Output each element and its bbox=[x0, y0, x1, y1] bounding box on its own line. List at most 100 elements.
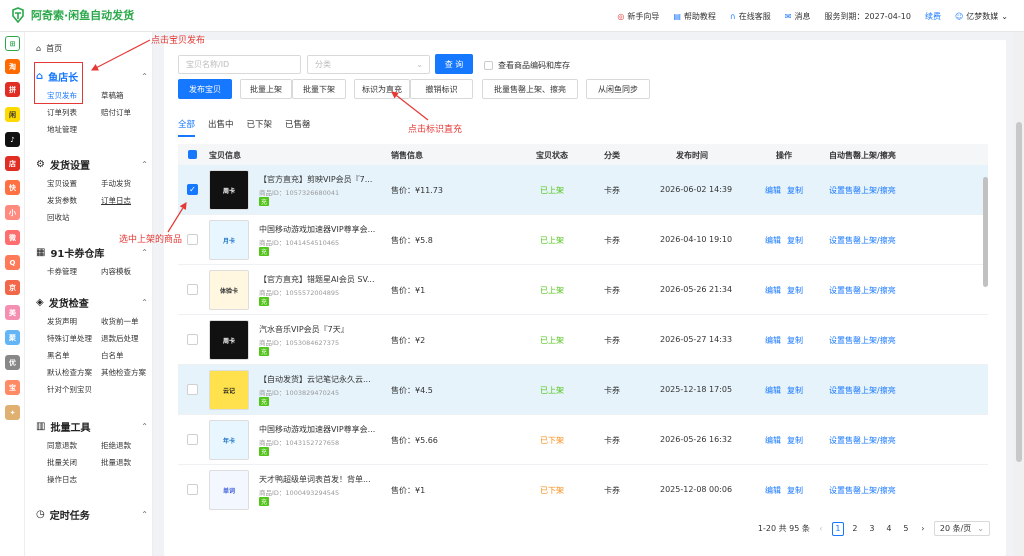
pager-page-3[interactable]: 3 bbox=[866, 522, 878, 536]
edit-link[interactable]: 编辑 bbox=[765, 235, 781, 246]
auto-relist-link[interactable]: 设置售罄上架/擦亮 bbox=[829, 335, 896, 346]
product-name[interactable]: 中国移动游戏加速器VIP尊享会... bbox=[259, 224, 375, 235]
rail-qq-icon[interactable]: Q bbox=[5, 255, 20, 270]
copy-link[interactable]: 复制 bbox=[787, 435, 803, 446]
sidebar-item-after-refund[interactable]: 退款后处理 bbox=[101, 333, 155, 344]
copy-link[interactable]: 复制 bbox=[787, 485, 803, 496]
edit-link[interactable]: 编辑 bbox=[765, 435, 781, 446]
name-search-input[interactable]: 宝贝名称/ID bbox=[178, 55, 301, 74]
edit-link[interactable]: 编辑 bbox=[765, 335, 781, 346]
copy-link[interactable]: 复制 bbox=[787, 185, 803, 196]
rail-mini-icon[interactable]: 小 bbox=[5, 205, 20, 220]
copy-link[interactable]: 复制 bbox=[787, 335, 803, 346]
edit-link[interactable]: 编辑 bbox=[765, 185, 781, 196]
product-thumbnail[interactable]: 云记 bbox=[209, 370, 249, 410]
sidebar-item-ship-params[interactable]: 发货参数 bbox=[47, 195, 101, 206]
app-logo[interactable]: 阿奇索·闲鱼自动发货 bbox=[10, 7, 134, 23]
sidebar-item-orders[interactable]: 订单列表 bbox=[47, 107, 101, 118]
auto-relist-link[interactable]: 设置售罄上架/擦亮 bbox=[829, 185, 896, 196]
tab-all[interactable]: 全部 bbox=[178, 116, 196, 137]
sidebar-item-blacklist[interactable]: 黑名单 bbox=[47, 350, 101, 361]
product-thumbnail[interactable]: 单词 bbox=[209, 470, 249, 510]
section-batch-header[interactable]: ▥ 批量工具 ⌃ bbox=[36, 418, 148, 434]
page-scrollbar[interactable] bbox=[1014, 32, 1024, 556]
edit-link[interactable]: 编辑 bbox=[765, 285, 781, 296]
rail-wechat-icon[interactable]: 微 bbox=[5, 230, 20, 245]
sidebar-item-before-receipt[interactable]: 收货前一单 bbox=[101, 316, 155, 327]
pager-page-2[interactable]: 2 bbox=[849, 522, 861, 536]
unmark-button[interactable]: 撤销标识 bbox=[410, 79, 473, 99]
sidebar-item-specific-item[interactable]: 针对个别宝贝 bbox=[47, 384, 101, 395]
product-name[interactable]: 天才鸭超级单词表首发！背单... bbox=[259, 474, 371, 485]
sidebar-item-batch-close[interactable]: 批量关闭 bbox=[47, 457, 101, 468]
bulk-sold-button[interactable]: 批量售罄上架、擦亮 bbox=[482, 79, 578, 99]
sidebar-item-default-plan[interactable]: 默认检查方案 bbox=[47, 367, 101, 378]
product-thumbnail[interactable]: 体验卡 bbox=[209, 270, 249, 310]
rail-grid-icon[interactable]: ⊞ bbox=[5, 36, 20, 51]
edit-link[interactable]: 编辑 bbox=[765, 485, 781, 496]
rail-extra-icon[interactable]: ✦ bbox=[5, 405, 20, 420]
tab-sold-out[interactable]: 已售罄 bbox=[285, 116, 311, 137]
row-checkbox[interactable] bbox=[187, 384, 198, 395]
user-menu[interactable]: ☺ 亿梦数媒 ⌄ bbox=[955, 11, 1008, 22]
sidebar-item-reject-refund[interactable]: 拒绝退款 bbox=[101, 440, 155, 451]
pager-page-4[interactable]: 4 bbox=[883, 522, 895, 536]
renew-link[interactable]: 续费 bbox=[925, 11, 941, 22]
product-name[interactable]: 【自动发货】云记笔记永久云... bbox=[259, 374, 371, 385]
tab-on-sale[interactable]: 出售中 bbox=[208, 116, 234, 137]
rail-meituan-icon[interactable]: 美 bbox=[5, 305, 20, 320]
rail-shop-icon[interactable]: 店 bbox=[5, 156, 20, 171]
copy-link[interactable]: 复制 bbox=[787, 235, 803, 246]
search-button[interactable]: 查 询 bbox=[435, 54, 473, 74]
bulk-on-button[interactable]: 批量上架 bbox=[240, 79, 292, 99]
product-name[interactable]: 中国移动游戏加速器VIP尊享会... bbox=[259, 424, 375, 435]
pager-page-5[interactable]: 5 bbox=[900, 522, 912, 536]
rail-pinduoduo-icon[interactable]: 拼 bbox=[5, 82, 20, 97]
sidebar-item-order-log[interactable]: 订单日志 bbox=[101, 195, 155, 206]
tab-off-shelf[interactable]: 已下架 bbox=[247, 116, 273, 137]
sidebar-item-whitelist[interactable]: 白名单 bbox=[101, 350, 155, 361]
section-ship-header[interactable]: ⚙ 发货设置 ⌃ bbox=[36, 156, 148, 172]
sidebar-item-statement[interactable]: 发货声明 bbox=[47, 316, 101, 327]
sidebar-item-compensation[interactable]: 赔付订单 bbox=[101, 107, 155, 118]
mark-direct-button[interactable]: 标识为直充 bbox=[354, 79, 410, 99]
category-select[interactable]: 分类 ⌄ bbox=[307, 55, 430, 74]
sidebar-item-agree-refund[interactable]: 同意退款 bbox=[47, 440, 101, 451]
sidebar-item-card-manage[interactable]: 卡券管理 bbox=[47, 266, 101, 277]
sidebar-item-operation-log[interactable]: 操作日志 bbox=[47, 474, 101, 485]
pager-prev[interactable]: ‹ bbox=[815, 522, 827, 536]
guide-link[interactable]: ◎ 新手向导 bbox=[617, 11, 659, 22]
table-row[interactable]: 周卡 汽水音乐VIP会员『7天』 商品ID：1053084627375 充 售价：¥2 已… bbox=[178, 315, 988, 365]
rail-douyin-icon[interactable]: ♪ bbox=[5, 132, 20, 147]
product-thumbnail[interactable]: 周卡 bbox=[209, 170, 249, 210]
table-row[interactable]: 月卡 中国移动游戏加速器VIP尊享会... 商品ID：1041454510465 充 售… bbox=[178, 215, 988, 265]
rail-taobao-icon[interactable]: 淘 bbox=[5, 59, 20, 74]
rail-ju-icon[interactable]: 聚 bbox=[5, 330, 20, 345]
rail-bao-icon[interactable]: 宝 bbox=[5, 380, 20, 395]
rail-kuaishou-icon[interactable]: 快 bbox=[5, 180, 20, 195]
product-thumbnail[interactable]: 月卡 bbox=[209, 220, 249, 260]
product-name[interactable]: 汽水音乐VIP会员『7天』 bbox=[259, 324, 349, 335]
copy-link[interactable]: 复制 bbox=[787, 385, 803, 396]
sidebar-item-home[interactable]: ⌂ 首页 bbox=[36, 43, 62, 54]
row-checkbox[interactable] bbox=[187, 484, 198, 495]
auto-relist-link[interactable]: 设置售罄上架/擦亮 bbox=[829, 285, 896, 296]
product-thumbnail[interactable]: 年卡 bbox=[209, 420, 249, 460]
row-checkbox[interactable] bbox=[187, 434, 198, 445]
edit-link[interactable]: 编辑 bbox=[765, 385, 781, 396]
product-thumbnail[interactable]: 周卡 bbox=[209, 320, 249, 360]
messages-link[interactable]: ✉ 消息 bbox=[785, 11, 811, 22]
table-row[interactable]: 云记 【自动发货】云记笔记永久云... 商品ID：1003829470245 充 售价：… bbox=[178, 365, 988, 415]
product-name[interactable]: 【官方直充】剪映VIP会员『7... bbox=[259, 174, 372, 185]
service-link[interactable]: ∩ 在线客服 bbox=[730, 11, 771, 22]
table-row[interactable]: 单词 天才鸭超级单词表首发！背单... 商品ID：1000493294545 充 售价：… bbox=[178, 465, 988, 511]
copy-link[interactable]: 复制 bbox=[787, 285, 803, 296]
help-link[interactable]: ▤ 帮助教程 bbox=[673, 11, 716, 22]
sync-button[interactable]: 从闲鱼同步 bbox=[586, 79, 650, 99]
sidebar-item-content-template[interactable]: 内容模板 bbox=[101, 266, 155, 277]
select-all-checkbox[interactable] bbox=[188, 150, 197, 159]
publish-button[interactable]: 发布宝贝 bbox=[178, 79, 232, 99]
rail-xianyu-icon[interactable]: 闲 bbox=[5, 107, 20, 122]
auto-relist-link[interactable]: 设置售罄上架/擦亮 bbox=[829, 385, 896, 396]
row-checkbox[interactable]: ✓ bbox=[187, 184, 198, 195]
